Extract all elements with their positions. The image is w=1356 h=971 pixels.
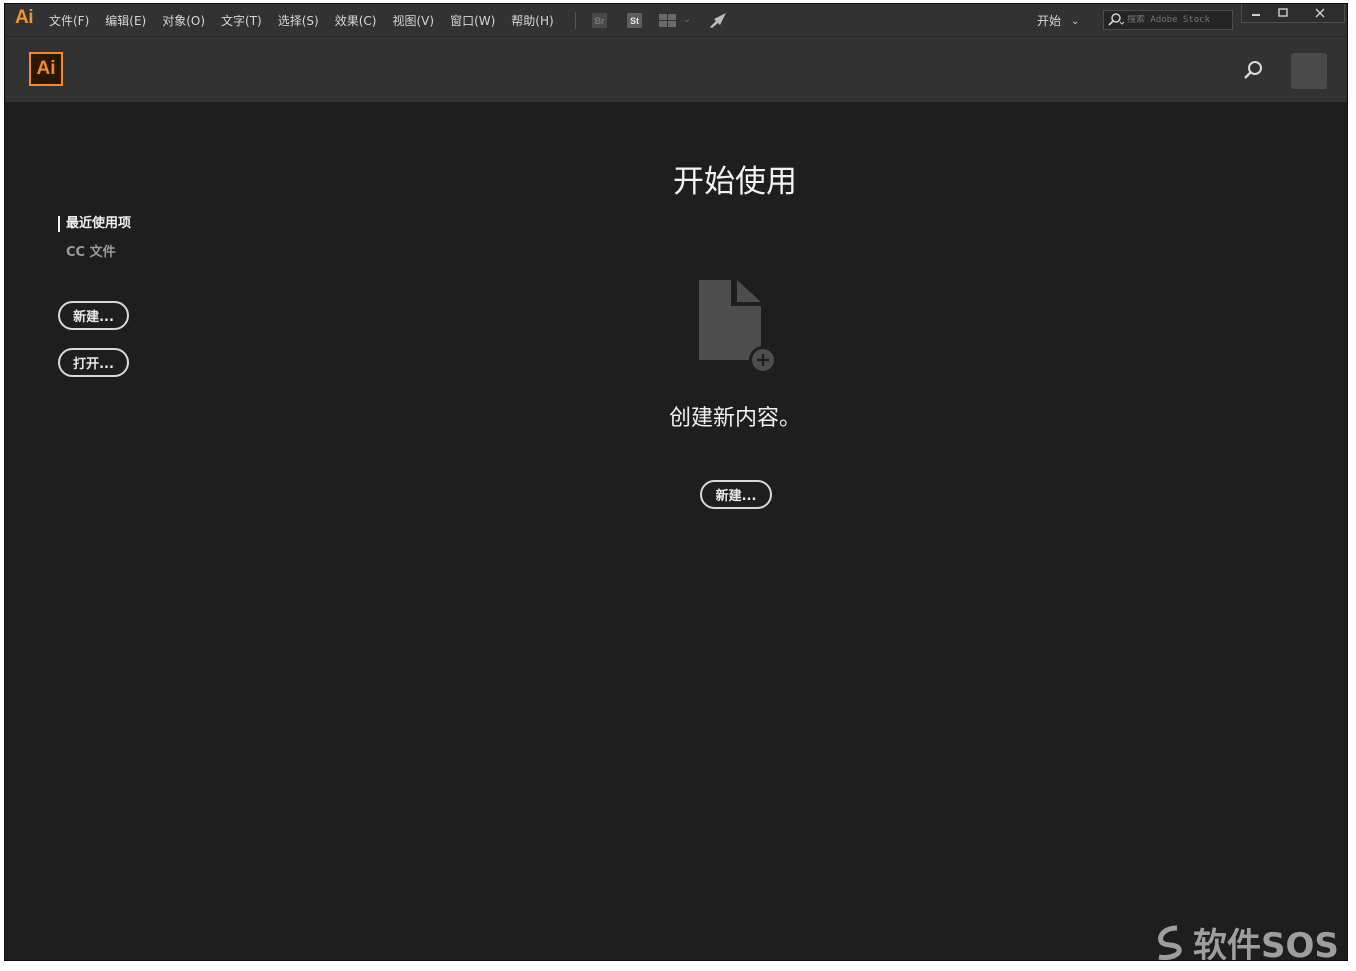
rocket-icon[interactable]: [708, 11, 728, 33]
sidebar-item-cc-files[interactable]: CC 文件: [58, 241, 131, 260]
sidebar-item-recent[interactable]: 最近使用项: [58, 216, 131, 232]
search-icon[interactable]: [1243, 59, 1265, 85]
chevron-down-icon[interactable]: ⌄: [683, 14, 691, 25]
page-title: 开始使用: [673, 164, 797, 200]
ai-logo: Ai: [29, 52, 63, 86]
stock-button[interactable]: St: [627, 13, 642, 28]
watermark: 软件SOS: [1155, 918, 1339, 961]
sidebar: 最近使用项 CC 文件: [58, 216, 131, 260]
stock-search-box[interactable]: [1103, 10, 1233, 30]
app-window: Ai 文件(F) 编辑(E) 对象(O) 文字(T) 选择(S) 效果(C) 视…: [4, 3, 1348, 961]
layout-icon[interactable]: [659, 13, 677, 32]
menu-type[interactable]: 文字(T): [221, 12, 262, 29]
workspace-switcher[interactable]: 开始 ⌄: [1037, 12, 1079, 29]
main-new-button[interactable]: 新建...: [700, 480, 772, 509]
workspace-label: 开始: [1037, 14, 1062, 28]
menu-window[interactable]: 窗口(W): [450, 12, 495, 29]
menu-effect[interactable]: 效果(C): [335, 12, 377, 29]
menu-bar: Ai 文件(F) 编辑(E) 对象(O) 文字(T) 选择(S) 效果(C) 视…: [5, 4, 1347, 37]
sidebar-open-button[interactable]: 打开...: [58, 348, 129, 377]
search-icon: [1108, 13, 1125, 26]
stock-search-input[interactable]: [1127, 15, 1227, 25]
menu-file[interactable]: 文件(F): [49, 12, 89, 29]
chevron-down-icon: ⌄: [1071, 16, 1080, 27]
menu-select[interactable]: 选择(S): [278, 12, 319, 29]
create-new-text: 创建新内容。: [668, 406, 801, 431]
menu-separator: [575, 12, 576, 29]
menu-edit[interactable]: 编辑(E): [105, 12, 146, 29]
app-header: Ai: [5, 37, 1347, 102]
menu-help[interactable]: 帮助(H): [511, 12, 553, 29]
avatar[interactable]: [1291, 53, 1327, 89]
maximize-icon[interactable]: [1270, 4, 1296, 22]
menu-view[interactable]: 视图(V): [392, 12, 434, 29]
bridge-button[interactable]: Br: [592, 13, 607, 28]
sidebar-new-button[interactable]: 新建...: [58, 301, 129, 330]
menu-items: 文件(F) 编辑(E) 对象(O) 文字(T) 选择(S) 效果(C) 视图(V…: [49, 4, 570, 37]
menu-object[interactable]: 对象(O): [162, 12, 205, 29]
minimize-icon[interactable]: [1243, 4, 1269, 22]
watermark-text: 软件SOS: [1193, 926, 1339, 961]
app-logo: Ai: [15, 7, 34, 28]
watermark-logo-icon: [1158, 925, 1182, 960]
close-icon[interactable]: [1301, 4, 1339, 22]
new-document-icon: [695, 278, 785, 382]
